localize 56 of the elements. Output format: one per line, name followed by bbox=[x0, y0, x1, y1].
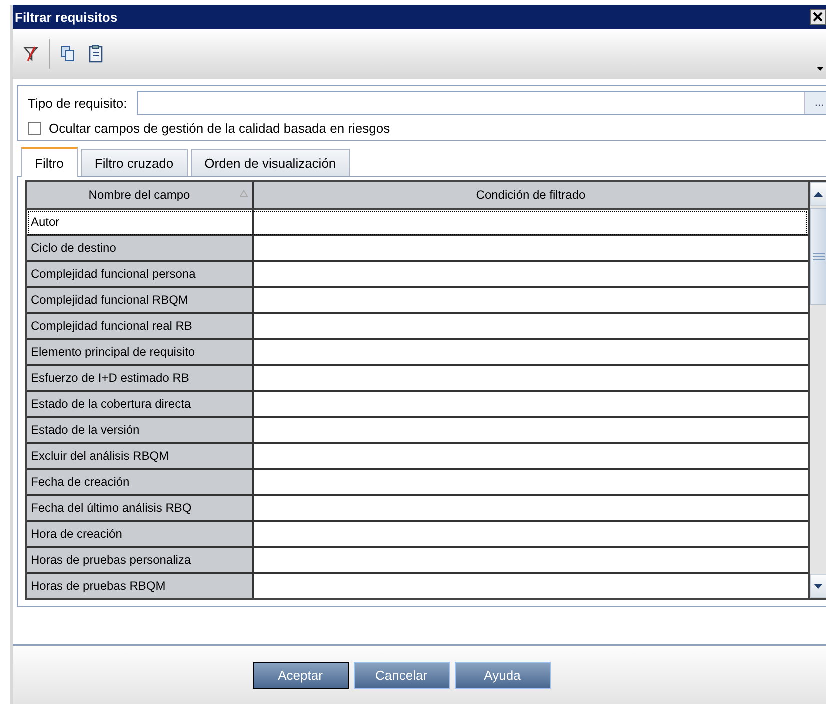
table-cell: Ciclo de destino bbox=[27, 236, 254, 260]
copy-icon bbox=[60, 45, 76, 63]
close-button[interactable] bbox=[810, 9, 826, 25]
funnel-crossed-icon bbox=[23, 45, 39, 63]
table-cell: Elemento principal de requisito bbox=[27, 340, 254, 364]
scroll-up-button[interactable] bbox=[810, 182, 826, 206]
dialog-button[interactable]: Ayuda bbox=[454, 662, 550, 689]
table-row[interactable]: Complejidad funcional persona bbox=[27, 262, 808, 288]
table-cell: Estado de la versión bbox=[27, 418, 254, 442]
table-cell: Complejidad funcional persona bbox=[27, 262, 254, 286]
table-row[interactable]: Horas de pruebas personaliza bbox=[27, 548, 808, 574]
table-cell: Fecha de creación bbox=[27, 470, 254, 494]
table-row[interactable]: Ciclo de destino bbox=[27, 236, 808, 262]
table-row[interactable]: Complejidad funcional real RB bbox=[27, 314, 808, 340]
table-row[interactable]: Esfuerzo de I+D estimado RB bbox=[27, 366, 808, 392]
dialog-button[interactable]: Aceptar bbox=[252, 662, 348, 689]
table-row[interactable]: Fecha del último análisis RBQ bbox=[27, 496, 808, 522]
table-cell: Fecha del último análisis RBQ bbox=[27, 496, 254, 520]
table-cell: Hora de creación bbox=[27, 522, 254, 546]
scroll-down-button[interactable] bbox=[810, 574, 826, 598]
column-header[interactable]: Nombre del campo bbox=[27, 182, 254, 208]
up-arrow-icon bbox=[814, 192, 823, 196]
table-row[interactable]: Estado de la cobertura directa bbox=[27, 392, 808, 418]
table-row[interactable]: Horas de pruebas RBQM bbox=[27, 574, 808, 598]
clipboard-icon bbox=[88, 44, 104, 64]
dialog-button[interactable]: Cancelar bbox=[354, 662, 450, 689]
scrollbar[interactable] bbox=[808, 182, 826, 598]
table-row[interactable]: Estado de la versión bbox=[27, 418, 808, 444]
table-row[interactable]: Excluir del análisis RBQM bbox=[27, 444, 808, 470]
down-arrow-icon bbox=[814, 584, 823, 588]
input-field[interactable]: ... bbox=[137, 91, 826, 115]
table-cell: Estado de la cobertura directa bbox=[27, 392, 254, 416]
checkbox[interactable] bbox=[28, 122, 41, 135]
tab[interactable]: Filtro bbox=[21, 147, 78, 177]
close-icon bbox=[813, 12, 823, 22]
table-row[interactable]: Autor bbox=[27, 210, 808, 236]
scroll-thumb[interactable] bbox=[810, 208, 826, 305]
browse-button[interactable]: ... bbox=[804, 92, 826, 114]
table-cell: Horas de pruebas personaliza bbox=[27, 548, 254, 572]
window-title: Filtrar requisitos bbox=[15, 10, 119, 24]
table-row[interactable]: Complejidad funcional RBQM bbox=[27, 288, 808, 314]
table-row[interactable]: Elemento principal de requisito bbox=[27, 340, 808, 366]
table-cell: Horas de pruebas RBQM bbox=[27, 574, 254, 598]
checkbox-label: Ocultar campos de gestión de la calidad basada en riesgos bbox=[49, 121, 390, 136]
column-header[interactable]: Condición de filtrado bbox=[254, 182, 808, 208]
grip-icon bbox=[812, 252, 824, 260]
dropdown-arrow-icon[interactable] bbox=[817, 67, 824, 71]
table-cell: Complejidad funcional RBQM bbox=[27, 288, 254, 312]
tab[interactable]: Filtro cruzado bbox=[80, 149, 188, 176]
table-row[interactable]: Fecha de creación bbox=[27, 470, 808, 496]
table-row[interactable]: Hora de creación bbox=[27, 522, 808, 548]
table-cell: Esfuerzo de I+D estimado RB bbox=[27, 366, 254, 390]
field-label: Tipo de requisito: bbox=[28, 96, 128, 110]
table-cell: Complejidad funcional real RB bbox=[27, 314, 254, 338]
tab[interactable]: Orden de visualización bbox=[190, 149, 350, 176]
table-cell: Excluir del análisis RBQM bbox=[27, 444, 254, 468]
